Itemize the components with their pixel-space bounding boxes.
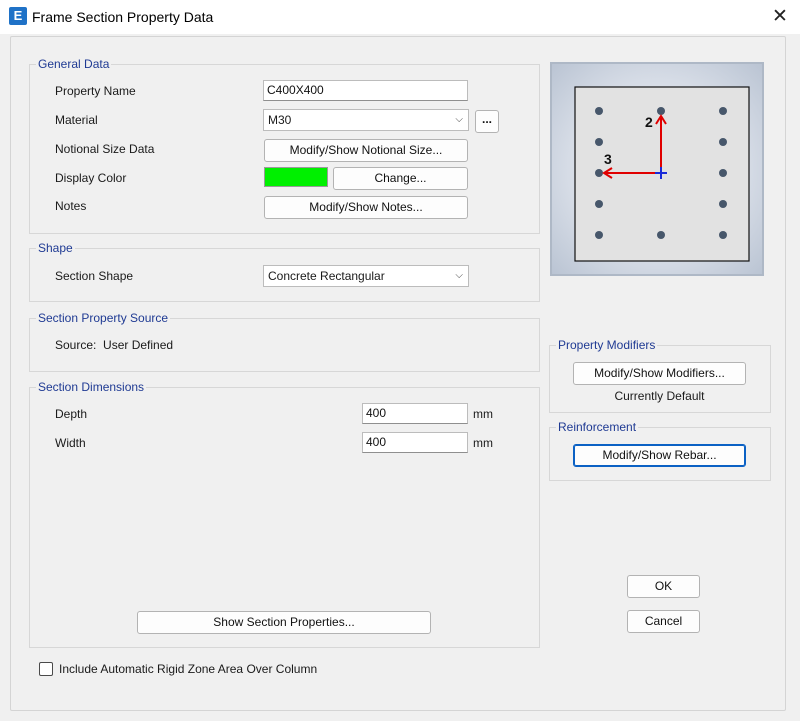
rebar-point	[719, 200, 727, 208]
rebar-point	[657, 231, 665, 239]
show-section-properties-button[interactable]: Show Section Properties...	[137, 611, 431, 634]
section-preview: 2 3	[550, 62, 764, 276]
axis-2-label: 2	[645, 114, 653, 130]
section-source-title: Section Property Source	[36, 311, 171, 325]
notes-label: Notes	[55, 199, 87, 213]
rigid-zone-label: Include Automatic Rigid Zone Area Over C…	[59, 662, 318, 676]
reinforcement-title: Reinforcement	[556, 420, 639, 434]
modify-rebar-button[interactable]: Modify/Show Rebar...	[573, 444, 746, 467]
material-more-button[interactable]: ...	[475, 110, 499, 133]
depth-input[interactable]: 400	[362, 403, 468, 424]
material-select[interactable]: M30 ⌵	[263, 109, 469, 131]
rebar-point	[657, 107, 665, 115]
property-name-label: Property Name	[55, 84, 136, 98]
app-icon: E	[9, 7, 27, 25]
general-data-title: General Data	[36, 57, 112, 71]
title-bar: E Frame Section Property Data ✕	[0, 0, 800, 34]
material-label: Material	[55, 113, 98, 127]
display-color-swatch	[264, 167, 328, 187]
ok-button[interactable]: OK	[627, 575, 700, 598]
modify-modifiers-button[interactable]: Modify/Show Modifiers...	[573, 362, 746, 385]
rebar-point	[595, 200, 603, 208]
depth-label: Depth	[55, 407, 88, 421]
property-modifiers-title: Property Modifiers	[556, 338, 658, 352]
width-input[interactable]: 400	[362, 432, 468, 453]
source-text: Source: User Defined	[55, 338, 174, 352]
rebar-point	[719, 138, 727, 146]
rebar-point	[595, 138, 603, 146]
section-dimensions-title: Section Dimensions	[36, 380, 147, 394]
window-title: Frame Section Property Data	[32, 9, 214, 25]
section-dimensions-group	[29, 387, 540, 648]
notes-button[interactable]: Modify/Show Notes...	[264, 196, 468, 219]
rebar-point	[719, 107, 727, 115]
modifiers-status: Currently Default	[614, 389, 705, 403]
chevron-down-icon: ⌵	[455, 114, 463, 125]
width-label: Width	[55, 436, 86, 450]
shape-title: Shape	[36, 241, 75, 255]
axis-3-label: 3	[604, 151, 612, 167]
depth-unit: mm	[473, 407, 493, 421]
rebar-point	[595, 107, 603, 115]
rebar-point	[719, 169, 727, 177]
section-shape-select[interactable]: Concrete Rectangular ⌵	[263, 265, 469, 287]
chevron-down-icon: ⌵	[455, 270, 463, 281]
property-name-input[interactable]: C400X400	[263, 80, 468, 101]
rigid-zone-checkbox[interactable]	[39, 662, 53, 676]
width-unit: mm	[473, 436, 493, 450]
notional-size-label: Notional Size Data	[55, 142, 155, 156]
material-value: M30	[268, 113, 292, 127]
notional-size-button[interactable]: Modify/Show Notional Size...	[264, 139, 468, 162]
close-icon[interactable]: ✕	[764, 2, 796, 32]
change-color-button[interactable]: Change...	[333, 167, 468, 190]
display-color-label: Display Color	[55, 171, 127, 185]
section-shape-value: Concrete Rectangular	[268, 269, 385, 283]
section-shape-label: Section Shape	[55, 269, 134, 283]
cancel-button[interactable]: Cancel	[627, 610, 700, 633]
section-preview-drawing: 2 3	[574, 86, 750, 262]
rebar-point	[595, 231, 603, 239]
rebar-point	[719, 231, 727, 239]
rebar-point	[595, 169, 603, 177]
